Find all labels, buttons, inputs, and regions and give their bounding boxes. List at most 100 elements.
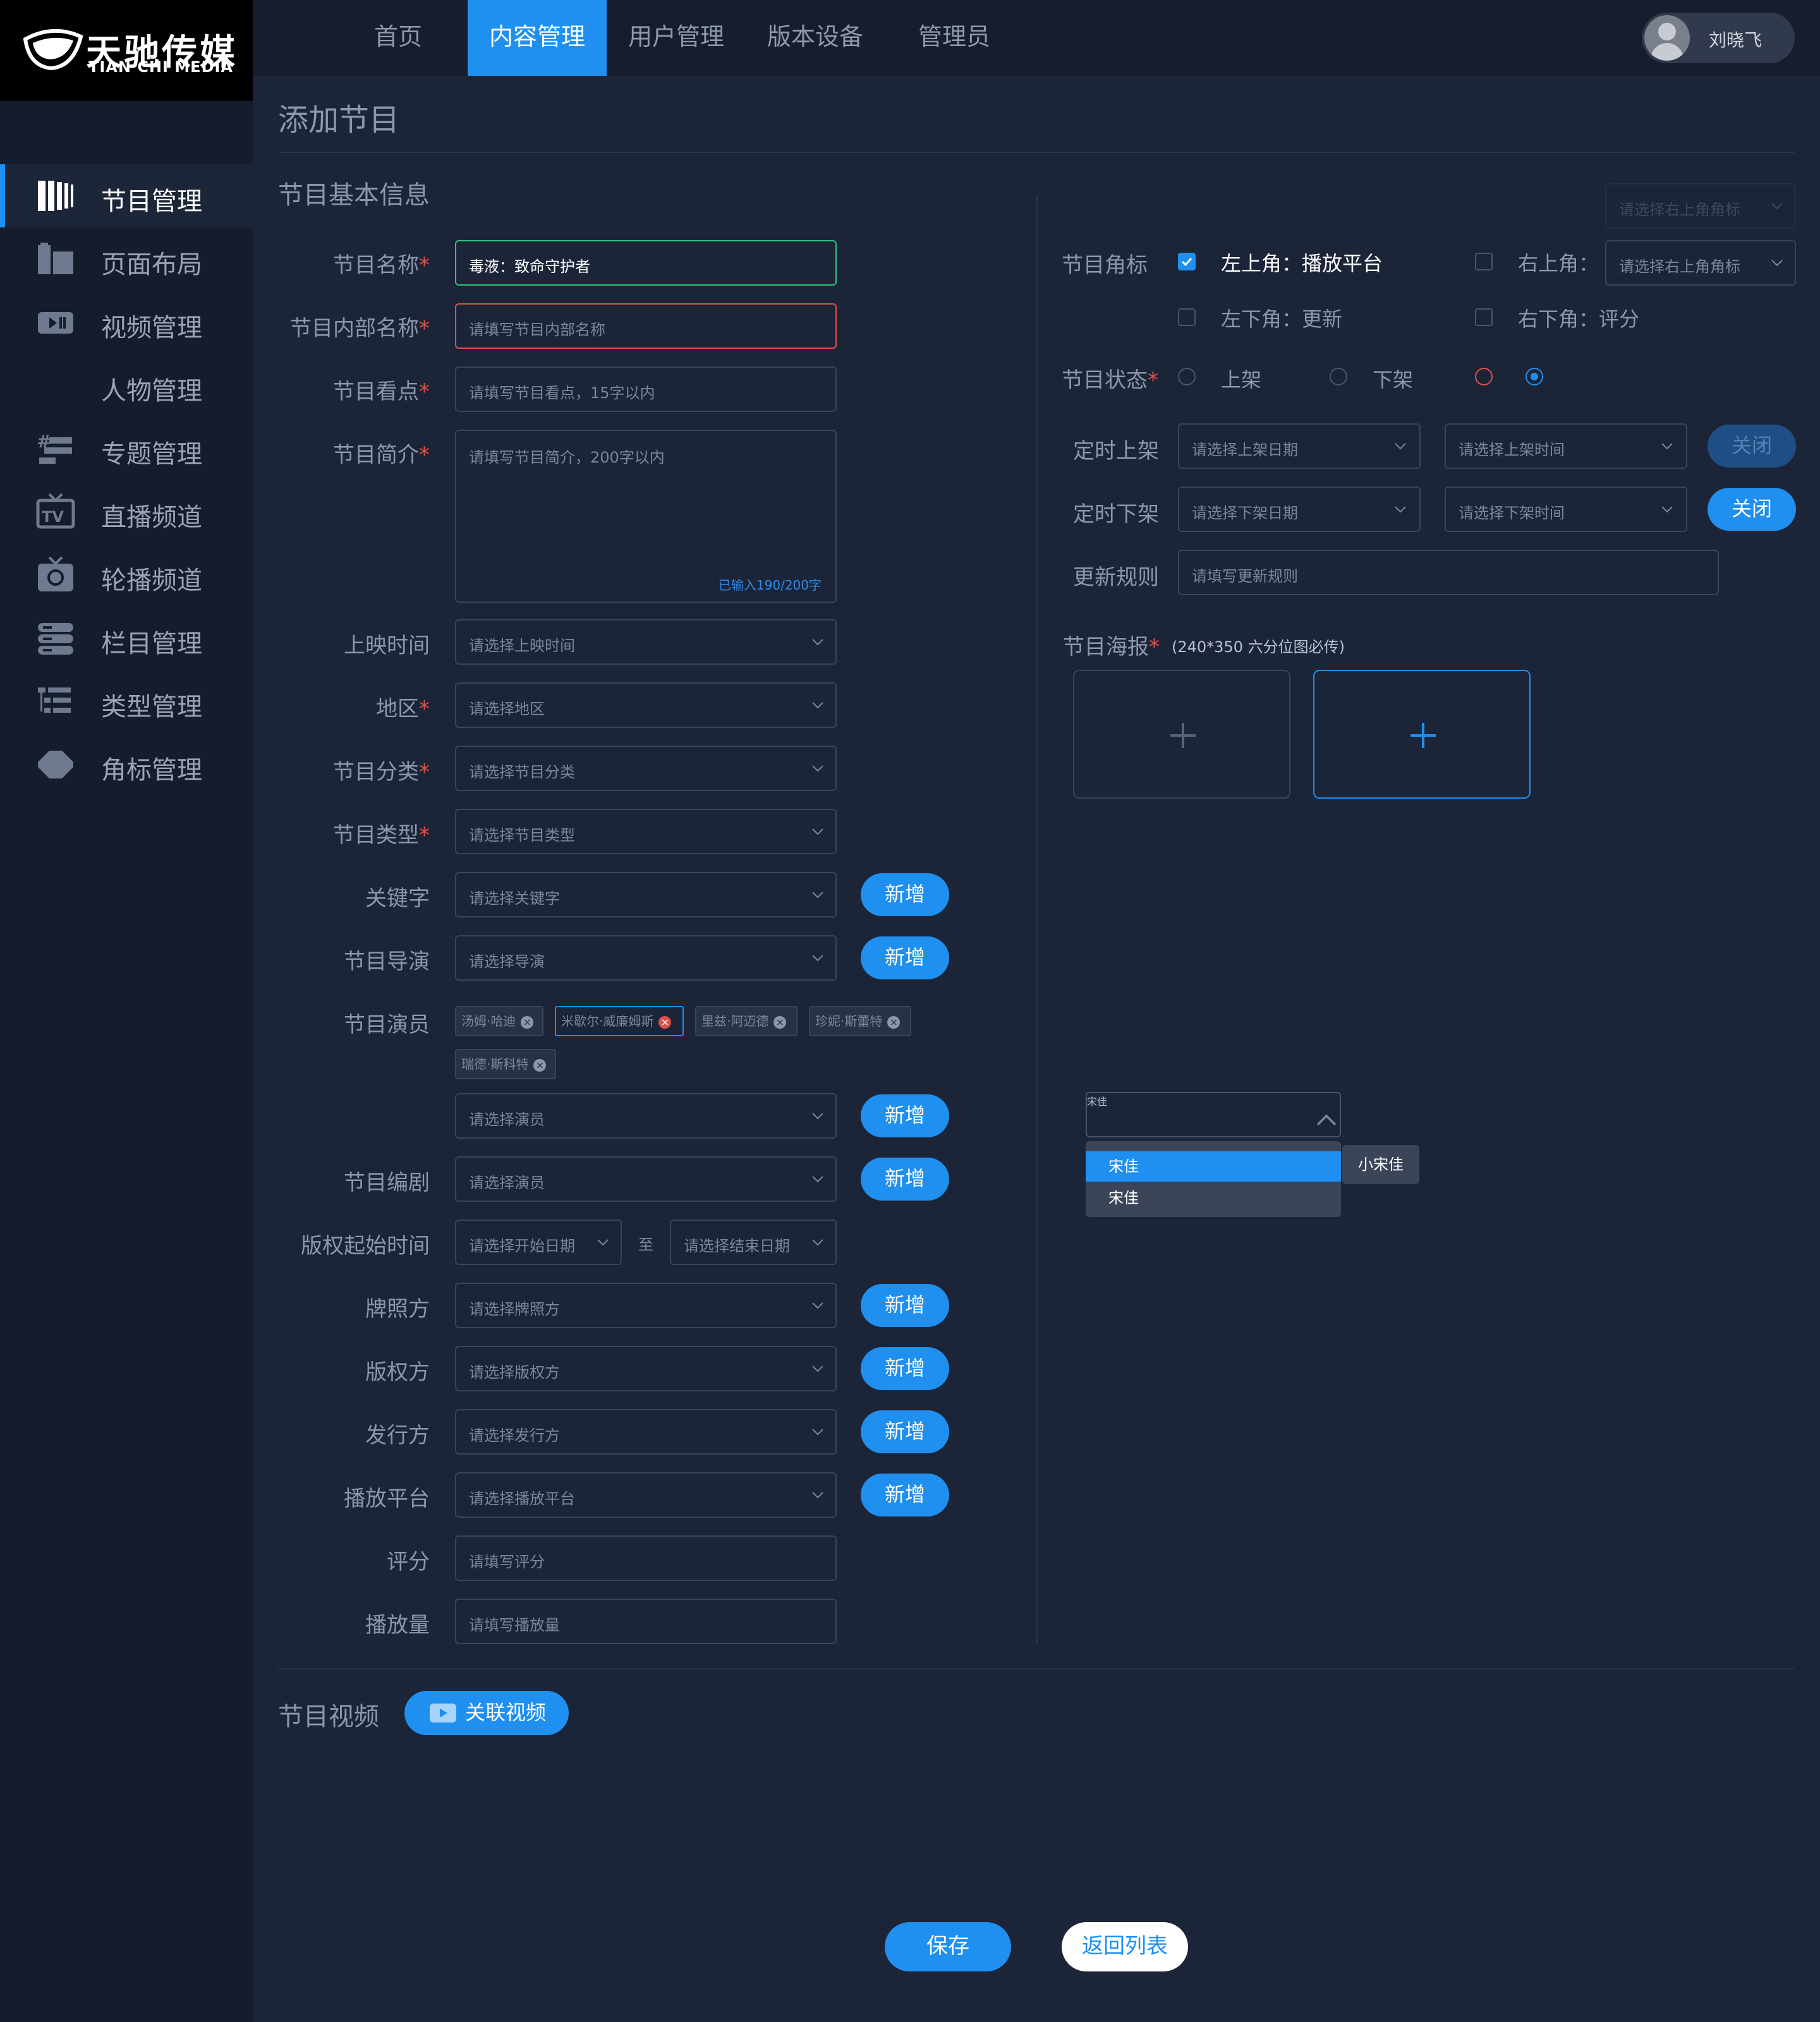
- nav-admin[interactable]: 管理员: [897, 0, 1011, 76]
- add-license-button[interactable]: 新增: [861, 1284, 949, 1327]
- internal-name-input[interactable]: 请填写节目内部名称: [455, 303, 837, 349]
- update-rule-input[interactable]: 请填写更新规则: [1178, 550, 1719, 595]
- top-right-badge-checkbox[interactable]: [1475, 253, 1493, 270]
- actor-tag[interactable]: 里兹·阿迈德 ×: [695, 1006, 798, 1036]
- placeholder: 请填写播放量: [469, 1616, 560, 1634]
- active-indicator: [0, 164, 5, 227]
- actor-tag-selected[interactable]: 米歇尔·威廉姆斯 ×: [555, 1006, 684, 1036]
- remove-tag-icon[interactable]: ×: [533, 1058, 547, 1072]
- schedule-off-close-button[interactable]: 关闭: [1708, 488, 1796, 531]
- add-copyright-owner-button[interactable]: 新增: [861, 1347, 949, 1390]
- sidebar-item-live[interactable]: TV 直播频道: [0, 480, 253, 543]
- placeholder: 请选择版权方: [469, 1364, 560, 1381]
- highlight-input[interactable]: 请填写节目看点，15字以内: [455, 366, 837, 412]
- poster-upload-box-active[interactable]: [1313, 670, 1531, 799]
- writer-select[interactable]: 请选择演员: [455, 1156, 837, 1202]
- type-select[interactable]: 请选择节目类型: [455, 809, 837, 854]
- remove-tag-icon[interactable]: ×: [658, 1015, 672, 1029]
- link-video-button[interactable]: 关联视频: [404, 1691, 569, 1735]
- bottom-left-badge-checkbox[interactable]: [1178, 308, 1196, 326]
- remove-tag-icon[interactable]: ×: [774, 1015, 787, 1029]
- topic-icon: #: [37, 431, 72, 464]
- actor-tag[interactable]: 珍妮·斯蕾特 ×: [809, 1006, 911, 1036]
- sidebar-item-video[interactable]: 视频管理: [0, 291, 253, 354]
- add-actor-button[interactable]: 新增: [861, 1094, 949, 1137]
- keywords-select[interactable]: 请选择关键字: [455, 872, 837, 917]
- avatar-head: [1658, 23, 1676, 40]
- remove-tag-icon[interactable]: ×: [521, 1015, 534, 1029]
- back-to-list-button[interactable]: 返回列表: [1062, 1922, 1188, 1971]
- sidebar-item-label: 节目管理: [101, 187, 202, 216]
- sidebar-item-topics[interactable]: # 专题管理: [0, 417, 253, 480]
- copyright-end-date[interactable]: 请选择结束日期: [670, 1220, 837, 1265]
- add-director-button[interactable]: 新增: [861, 936, 949, 979]
- sidebar-item-carousel[interactable]: 轮播频道: [0, 543, 253, 607]
- nav-content[interactable]: 内容管理: [468, 0, 607, 76]
- badge-icon: [38, 751, 73, 778]
- placeholder: 请选择发行方: [469, 1427, 560, 1444]
- top-left-badge-checkbox[interactable]: [1178, 253, 1196, 270]
- license-select[interactable]: 请选择牌照方: [455, 1283, 837, 1328]
- brand-name-en: TIAN CHI MEDIA: [88, 58, 234, 76]
- bottom-right-badge-checkbox[interactable]: [1475, 308, 1493, 326]
- plays-input[interactable]: 请填写播放量: [455, 1599, 837, 1644]
- score-input[interactable]: 请填写评分: [455, 1535, 837, 1581]
- add-platform-button[interactable]: 新增: [861, 1474, 949, 1516]
- actor-tag[interactable]: 汤姆·哈迪 ×: [455, 1006, 543, 1036]
- actor-tag[interactable]: 瑞德·斯科特 ×: [455, 1049, 556, 1079]
- publisher-select[interactable]: 请选择发行方: [455, 1409, 837, 1455]
- user-menu[interactable]: 刘晓飞: [1642, 13, 1795, 63]
- region-select[interactable]: 请选择地区: [455, 682, 837, 728]
- program-name-input[interactable]: 毒液：致命守护者: [455, 240, 837, 286]
- nav-home[interactable]: 首页: [354, 0, 442, 76]
- platform-select[interactable]: 请选择播放平台: [455, 1472, 837, 1518]
- field-label: 版权起始时间: [301, 1233, 430, 1259]
- status-off-radio[interactable]: [1330, 368, 1347, 385]
- schedule-off-time-select[interactable]: 请选择下架时间: [1445, 487, 1687, 532]
- sidebar-item-types[interactable]: 类型管理: [0, 670, 253, 733]
- sidebar-item-programs[interactable]: 节目管理: [0, 164, 253, 227]
- add-keyword-button[interactable]: 新增: [861, 873, 949, 916]
- release-time-select[interactable]: 请选择上映时间: [455, 619, 837, 665]
- field-label: 节目看点*: [333, 379, 430, 404]
- video-icon: [38, 312, 73, 334]
- add-publisher-button[interactable]: 新增: [861, 1410, 949, 1453]
- placeholder: 请选择开始日期: [469, 1237, 575, 1255]
- sidebar-item-people[interactable]: 人物管理: [0, 354, 253, 417]
- error-radio[interactable]: [1475, 368, 1493, 385]
- sidebar-item-columns[interactable]: 栏目管理: [0, 607, 253, 670]
- schedule-off-date-select[interactable]: 请选择下架日期: [1178, 487, 1421, 532]
- field-label: 节目类型*: [333, 823, 430, 848]
- director-select[interactable]: 请选择导演: [455, 935, 837, 981]
- actor-select[interactable]: 请选择演员: [455, 1093, 837, 1139]
- nav-version-devices[interactable]: 版本设备: [758, 0, 872, 76]
- selected-radio[interactable]: [1526, 368, 1543, 385]
- copyright-start-date[interactable]: 请选择开始日期: [455, 1220, 622, 1265]
- top-right-badge-select[interactable]: 请选择右上角角标: [1605, 240, 1796, 286]
- status-on-radio[interactable]: [1178, 368, 1196, 385]
- intro-textarea[interactable]: 请填写节目简介，200字以内 已输入190/200字: [455, 430, 837, 603]
- placeholder: 请填写节目内部名称: [469, 321, 605, 339]
- schedule-on-date-select[interactable]: 请选择上架日期: [1178, 423, 1421, 469]
- sidebar-item-badges[interactable]: 角标管理: [0, 733, 253, 796]
- schedule-on-close-button[interactable]: 关闭: [1708, 425, 1796, 468]
- copyright-owner-select[interactable]: 请选择版权方: [455, 1346, 837, 1391]
- poster-upload-box[interactable]: [1073, 670, 1290, 799]
- category-select[interactable]: 请选择节目分类: [455, 746, 837, 791]
- add-writer-button[interactable]: 新增: [861, 1158, 949, 1201]
- sidebar-item-layout[interactable]: 页面布局: [0, 227, 253, 291]
- plus-icon: [1170, 723, 1196, 748]
- remove-tag-icon[interactable]: ×: [887, 1015, 901, 1029]
- save-button[interactable]: 保存: [885, 1922, 1011, 1971]
- chevron-down-icon: [812, 955, 823, 962]
- dropdown-option[interactable]: 宋佳: [1086, 1183, 1341, 1213]
- nav-users[interactable]: 用户管理: [619, 0, 733, 76]
- plus-icon: [1410, 723, 1436, 748]
- chevron-down-icon: [812, 765, 823, 772]
- person-select-open[interactable]: 宋佳: [1086, 1092, 1341, 1137]
- poster-hint: (240*350 六分位图必传): [1172, 638, 1345, 656]
- dropdown-option[interactable]: 宋佳: [1086, 1151, 1341, 1182]
- divider: [278, 152, 1795, 153]
- schedule-on-time-select[interactable]: 请选择上架时间: [1445, 423, 1687, 469]
- select-value: 宋佳: [1087, 1096, 1108, 1108]
